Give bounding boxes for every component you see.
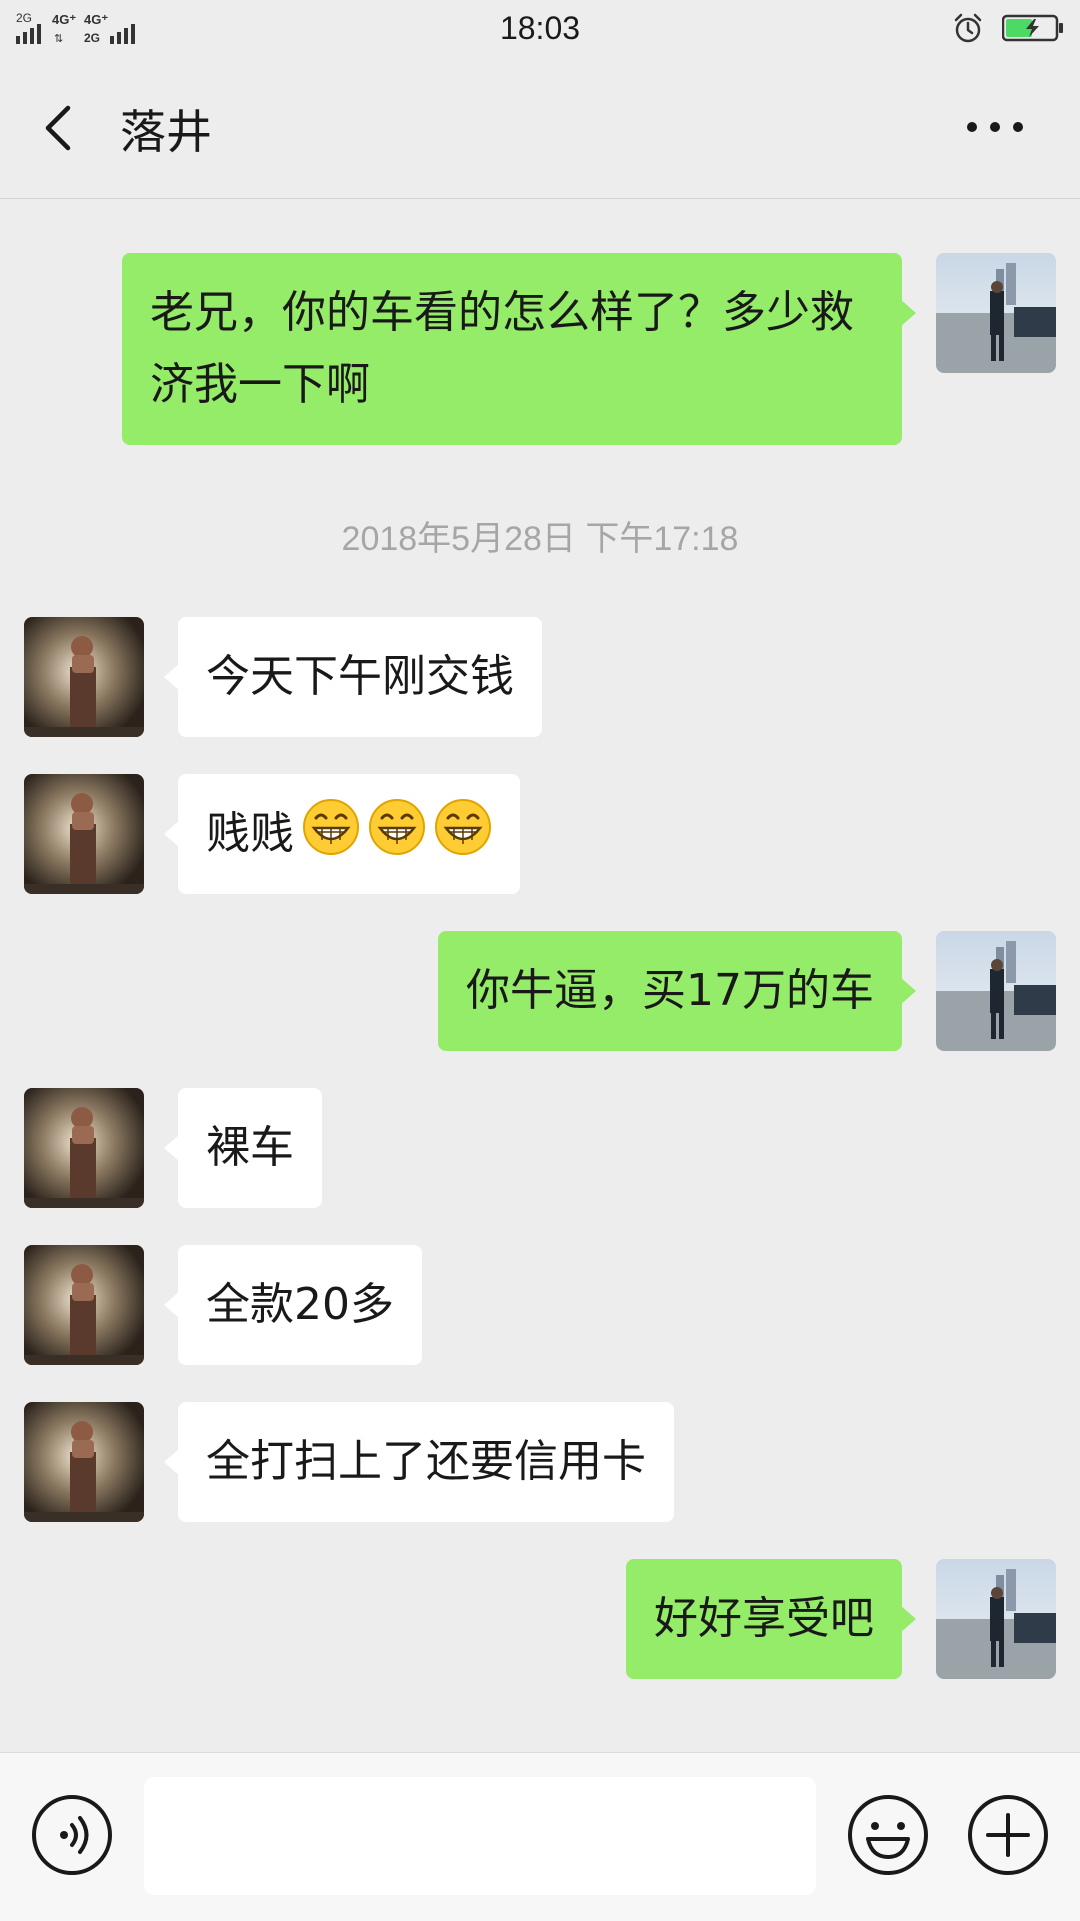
contact-avatar[interactable] — [24, 1402, 144, 1522]
photo-avatar-icon — [936, 931, 1056, 1051]
contact-avatar[interactable] — [24, 774, 144, 894]
input-bar — [0, 1752, 1080, 1921]
outgoing-bubble[interactable]: 你牛逼，买17万的车 — [438, 931, 916, 1051]
statue-avatar-icon — [24, 1088, 144, 1208]
smiley-icon[interactable] — [846, 1793, 930, 1877]
message-text: 你牛逼，买17万的车 — [466, 965, 874, 1016]
voice-icon[interactable] — [30, 1793, 114, 1877]
contact-avatar[interactable] — [24, 1245, 144, 1365]
message-list[interactable]: 老兄，你的车看的怎么样了？多少救济我一下啊 2018年5月28日 下午17:18 — [0, 199, 1080, 1751]
clock: 18:03 — [499, 10, 581, 46]
photo-avatar-icon — [936, 253, 1056, 373]
outgoing-bubble[interactable]: 好好享受吧 — [626, 1559, 916, 1679]
incoming-bubble[interactable]: 裸车 — [164, 1088, 322, 1208]
message-text: 裸车 — [206, 1122, 294, 1173]
contact-avatar[interactable] — [24, 1088, 144, 1208]
message-text: 贱贱 — [206, 808, 294, 859]
battery-charging-icon — [1002, 14, 1063, 42]
statue-avatar-icon — [24, 617, 144, 737]
photo-avatar-icon — [936, 1559, 1056, 1679]
statue-avatar-icon — [24, 1402, 144, 1522]
status-bar: 2G 4G⁺ ⇅ 4G⁺ 2G 18:03 — [0, 0, 1080, 58]
my-avatar[interactable] — [936, 253, 1056, 373]
alarm-clock-icon — [954, 13, 982, 43]
grinning-face-icon — [369, 799, 425, 855]
statue-avatar-icon — [24, 1245, 144, 1365]
chevron-left-icon[interactable] — [30, 98, 90, 158]
message-text: 老兄，你的车看的怎么样了？多少救济我一下啊 — [150, 287, 854, 410]
chat-header: 落井 — [0, 58, 1080, 199]
timestamp: 2018年5月28日 下午17:18 — [341, 520, 739, 558]
message-text: 全打扫上了还要信用卡 — [206, 1436, 646, 1487]
statue-avatar-icon — [24, 774, 144, 894]
message-text: 今天下午刚交钱 — [206, 651, 514, 702]
grinning-face-icon — [303, 799, 359, 855]
my-avatar[interactable] — [936, 1559, 1056, 1679]
plus-circle-icon[interactable] — [966, 1793, 1050, 1877]
contact-avatar[interactable] — [24, 617, 144, 737]
incoming-bubble[interactable]: 今天下午刚交钱 — [164, 617, 542, 737]
incoming-bubble[interactable]: 贱贱 — [164, 774, 520, 894]
message-text: 好好享受吧 — [654, 1593, 874, 1644]
more-horizontal-icon[interactable] — [960, 102, 1030, 152]
incoming-bubble[interactable]: 全款20多 — [164, 1245, 422, 1365]
grinning-face-icon — [435, 799, 491, 855]
message-text: 全款20多 — [206, 1279, 394, 1330]
message-input[interactable] — [144, 1777, 816, 1895]
incoming-bubble[interactable]: 全打扫上了还要信用卡 — [164, 1402, 674, 1522]
my-avatar[interactable] — [936, 931, 1056, 1051]
outgoing-bubble[interactable]: 老兄，你的车看的怎么样了？多少救济我一下啊 — [122, 253, 916, 445]
chat-title: 落井 — [120, 105, 212, 159]
